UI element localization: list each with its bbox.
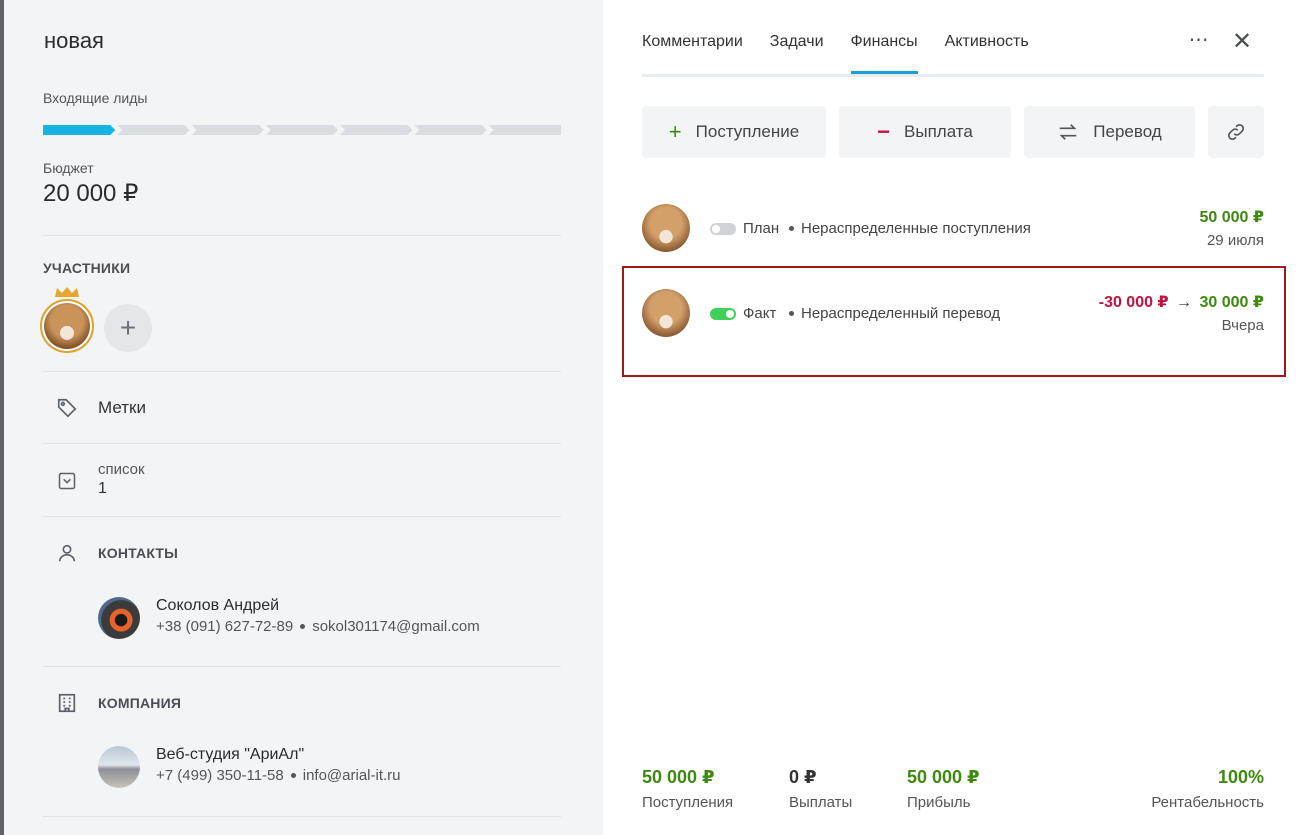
item-amount: 50 000 ₽ <box>1199 209 1264 226</box>
more-options-icon[interactable]: ⋯ <box>1187 30 1211 52</box>
tag-icon <box>55 396 79 420</box>
pipeline-stage[interactable] <box>340 125 412 135</box>
contact-avatar[interactable] <box>98 597 140 639</box>
list-field-value[interactable]: 1 <box>98 480 107 498</box>
company-email[interactable]: info@arial-it.ru <box>303 767 401 784</box>
profit-label: Прибыль <box>907 794 971 811</box>
tab-finance[interactable]: Финансы <box>850 33 918 74</box>
margin-total: 100% <box>1217 767 1264 787</box>
company-avatar[interactable] <box>98 746 140 788</box>
crown-icon <box>55 287 79 297</box>
divider <box>43 516 561 517</box>
tab-bar: Комментарии Задачи Финансы Активность <box>642 33 1029 74</box>
transfer-icon <box>1059 124 1077 140</box>
company-title: КОМПАНИЯ <box>98 695 182 711</box>
budget-value[interactable]: 20 000 ₽ <box>43 179 138 208</box>
tabs-underline <box>642 74 1264 77</box>
add-income-label: Поступление <box>695 122 800 141</box>
profit-total: 50 000 ₽ <box>907 767 980 787</box>
list-field-label: список <box>98 461 145 478</box>
tab-comments[interactable]: Комментарии <box>642 33 743 71</box>
participants-title: УЧАСТНИКИ <box>43 260 131 276</box>
add-transfer-button[interactable]: Перевод <box>1024 106 1195 158</box>
income-total: 50 000 ₽ <box>642 767 715 787</box>
plus-icon: + <box>668 119 682 144</box>
pipeline-stage[interactable] <box>488 125 561 135</box>
item-author-avatar[interactable] <box>642 204 690 252</box>
income-label: Поступления <box>642 794 734 811</box>
contact-meta: +38 (091) 627-72-89 sokol301174@gmail.com <box>156 618 480 635</box>
link-button[interactable] <box>1208 106 1264 158</box>
plan-fact-toggle[interactable] <box>710 223 736 235</box>
separator-dot <box>290 772 296 778</box>
separator-dot <box>300 623 306 629</box>
summary-margin: 100% Рентабельность <box>1151 767 1264 811</box>
add-transfer-label: Перевод <box>1093 122 1162 141</box>
company-meta: +7 (499) 350-11-58 info@arial-it.ru <box>156 767 401 784</box>
contact-phone[interactable]: +38 (091) 627-72-89 <box>156 618 293 635</box>
item-description: Нераспределенные поступления <box>789 220 1031 237</box>
dropdown-field-icon <box>55 469 79 493</box>
tags-label[interactable]: Метки <box>98 398 146 418</box>
margin-label: Рентабельность <box>1151 794 1264 811</box>
finance-panel: Комментарии Задачи Финансы Активность ⋯ … <box>603 0 1304 835</box>
panel-edge <box>0 0 4 835</box>
separator-dot <box>789 225 794 231</box>
divider <box>43 816 561 817</box>
pipeline-stage[interactable] <box>117 125 189 135</box>
participant-avatar-owner[interactable] <box>40 299 94 353</box>
add-expense-button[interactable]: − Выплата <box>839 106 1011 158</box>
deal-status-title[interactable]: новая <box>44 28 104 54</box>
pipeline-stage[interactable] <box>43 125 115 135</box>
budget-label: Бюджет <box>43 160 94 176</box>
tab-activity[interactable]: Активность <box>945 33 1029 71</box>
pipeline-label: Входящие лиды <box>43 90 148 106</box>
add-expense-label: Выплата <box>904 122 973 141</box>
finance-actions: + Поступление − Выплата Перевод <box>642 106 1264 158</box>
divider <box>43 235 561 236</box>
link-icon <box>1227 123 1245 141</box>
contact-email[interactable]: sokol301174@gmail.com <box>312 618 480 635</box>
building-icon <box>55 691 79 715</box>
summary-income: 50 000 ₽ Поступления <box>642 767 733 811</box>
summary-expense: 0 ₽ Выплаты <box>789 767 852 811</box>
finance-item[interactable]: План Нераспределенные поступления 50 000… <box>642 204 1264 264</box>
person-icon <box>55 541 79 565</box>
item-date: 29 июля <box>1206 232 1264 249</box>
contact-name[interactable]: Соколов Андрей <box>156 597 279 615</box>
pipeline-stage[interactable] <box>266 125 338 135</box>
pipeline-stage[interactable] <box>192 125 264 135</box>
add-income-button[interactable]: + Поступление <box>642 106 826 158</box>
company-phone[interactable]: +7 (499) 350-11-58 <box>156 767 284 784</box>
selection-highlight <box>622 266 1286 377</box>
minus-icon: − <box>877 119 891 144</box>
pipeline-stage[interactable] <box>414 125 486 135</box>
summary-profit: 50 000 ₽ Прибыль <box>907 767 980 811</box>
company-name[interactable]: Веб-студия "АриАл" <box>156 746 304 764</box>
divider <box>43 443 561 444</box>
contacts-title: КОНТАКТЫ <box>98 545 179 561</box>
close-icon[interactable]: ✕ <box>1230 30 1254 54</box>
item-type: План <box>743 220 780 237</box>
pipeline-progress[interactable] <box>43 125 561 135</box>
expense-label: Выплаты <box>789 794 853 811</box>
divider <box>43 371 561 372</box>
divider <box>43 666 561 667</box>
add-participant-button[interactable]: + <box>104 304 152 352</box>
tab-tasks[interactable]: Задачи <box>770 33 824 71</box>
expense-total: 0 ₽ <box>789 767 817 787</box>
deal-details-panel: новая Входящие лиды Бюджет 20 000 ₽ УЧАС… <box>0 0 603 835</box>
